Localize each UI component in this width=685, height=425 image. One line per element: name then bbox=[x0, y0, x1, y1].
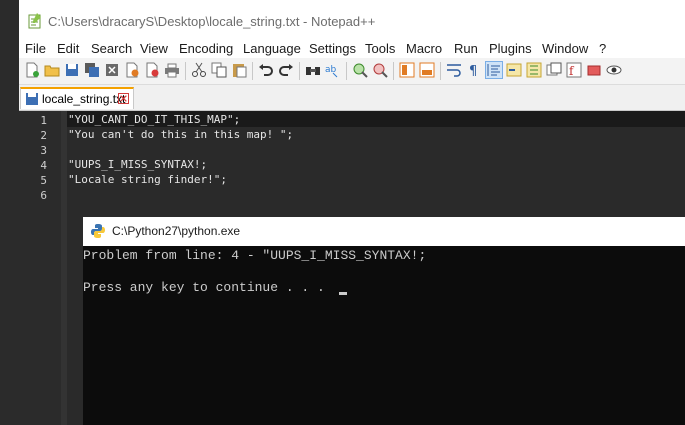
toolbar-separator bbox=[185, 62, 186, 80]
zoom-out-icon[interactable] bbox=[372, 62, 388, 78]
redo-icon[interactable] bbox=[278, 62, 294, 78]
window-title: C:\Users\dracaryS\Desktop\locale_string.… bbox=[48, 14, 376, 29]
title-bar[interactable]: C:\Users\dracaryS\Desktop\locale_string.… bbox=[19, 0, 685, 40]
tab-label: locale_string.txt bbox=[42, 92, 126, 106]
code-line[interactable]: "UUPS_I_MISS_SYNTAX!; bbox=[68, 157, 207, 173]
toolbar-separator bbox=[346, 62, 347, 80]
toolbar: ab ¶ f bbox=[19, 58, 685, 85]
toolbar-separator bbox=[440, 62, 441, 80]
svg-text:ab: ab bbox=[325, 65, 337, 75]
python-icon bbox=[91, 224, 105, 238]
copy-icon[interactable] bbox=[211, 62, 227, 78]
console-cursor bbox=[339, 292, 347, 295]
code-line[interactable]: "Locale string finder!"; bbox=[68, 172, 227, 188]
paste-icon[interactable] bbox=[231, 62, 247, 78]
line-number: 1 bbox=[40, 114, 47, 127]
menu-plugins[interactable]: Plugins bbox=[489, 40, 532, 58]
indent-guide-icon[interactable] bbox=[485, 61, 503, 79]
save-all-icon[interactable] bbox=[84, 62, 100, 78]
folder-workspace-icon[interactable] bbox=[546, 62, 562, 78]
line-number: 6 bbox=[40, 189, 47, 202]
word-wrap-icon[interactable] bbox=[446, 62, 462, 78]
code-line[interactable]: "YOU_CANT_DO_IT_THIS_MAP"; bbox=[68, 112, 240, 128]
menu-file[interactable]: File bbox=[25, 40, 46, 58]
menu-language[interactable]: Language bbox=[243, 40, 301, 58]
line-number: 5 bbox=[40, 174, 47, 187]
doc-map-icon[interactable] bbox=[506, 62, 522, 78]
sync-horizontal-icon[interactable] bbox=[419, 62, 435, 78]
new-file-icon[interactable] bbox=[24, 62, 40, 78]
cut-icon[interactable] bbox=[191, 62, 207, 78]
toolbar-separator bbox=[299, 62, 300, 80]
console-title: C:\Python27\python.exe bbox=[112, 224, 241, 238]
close-icon[interactable] bbox=[104, 62, 120, 78]
menu-encoding[interactable]: Encoding bbox=[179, 40, 233, 58]
menu-settings[interactable]: Settings bbox=[309, 40, 356, 58]
console-output[interactable]: Problem from line: 4 - "UUPS_I_MISS_SYNT… bbox=[83, 246, 685, 425]
menu-macro[interactable]: Macro bbox=[406, 40, 442, 58]
console-line: Problem from line: 4 - "UUPS_I_MISS_SYNT… bbox=[83, 248, 427, 263]
python-console-window[interactable]: C:\Python27\python.exe Problem from line… bbox=[83, 217, 685, 425]
stop-macro-icon[interactable] bbox=[586, 62, 602, 78]
zoom-in-icon[interactable] bbox=[352, 62, 368, 78]
sync-vertical-icon[interactable] bbox=[399, 62, 415, 78]
close-all-icon[interactable] bbox=[124, 62, 140, 78]
code-line[interactable]: "You can't do this in this map! "; bbox=[68, 127, 293, 143]
menu-edit[interactable]: Edit bbox=[57, 40, 79, 58]
menu-view[interactable]: View bbox=[140, 40, 168, 58]
menu-bar: File Edit Search View Encoding Language … bbox=[19, 40, 685, 58]
saved-file-icon bbox=[26, 93, 38, 105]
console-line: Press any key to continue . . . bbox=[83, 280, 333, 295]
tab-locale-string[interactable]: locale_string.txt bbox=[20, 87, 134, 109]
tab-close-icon[interactable] bbox=[118, 93, 129, 104]
tab-bar: locale_string.txt bbox=[19, 85, 685, 111]
open-file-icon[interactable] bbox=[44, 62, 60, 78]
menu-window[interactable]: Window bbox=[542, 40, 588, 58]
find-icon[interactable] bbox=[305, 62, 321, 78]
line-number: 4 bbox=[40, 159, 47, 172]
replace-icon[interactable]: ab bbox=[325, 62, 341, 78]
undo-icon[interactable] bbox=[258, 62, 274, 78]
play-macro-icon[interactable] bbox=[606, 62, 622, 78]
close-all-icon-2[interactable] bbox=[144, 62, 160, 78]
svg-text:¶: ¶ bbox=[469, 64, 477, 78]
console-title-bar[interactable]: C:\Python27\python.exe bbox=[83, 217, 685, 246]
print-icon[interactable] bbox=[164, 62, 180, 78]
record-macro-icon[interactable]: f bbox=[566, 62, 582, 78]
menu-help[interactable]: ? bbox=[599, 40, 606, 58]
save-icon[interactable] bbox=[64, 62, 80, 78]
notepadpp-app-icon bbox=[28, 13, 41, 29]
line-number-gutter: 1 2 3 4 5 6 bbox=[19, 111, 61, 425]
line-number: 3 bbox=[40, 144, 47, 157]
toolbar-separator bbox=[252, 62, 253, 80]
show-all-chars-icon[interactable]: ¶ bbox=[466, 62, 482, 78]
function-list-icon[interactable] bbox=[526, 62, 542, 78]
line-number: 2 bbox=[40, 129, 47, 142]
background-strip bbox=[0, 0, 19, 425]
menu-run[interactable]: Run bbox=[454, 40, 478, 58]
menu-search[interactable]: Search bbox=[91, 40, 132, 58]
menu-tools[interactable]: Tools bbox=[365, 40, 395, 58]
toolbar-separator bbox=[393, 62, 394, 80]
